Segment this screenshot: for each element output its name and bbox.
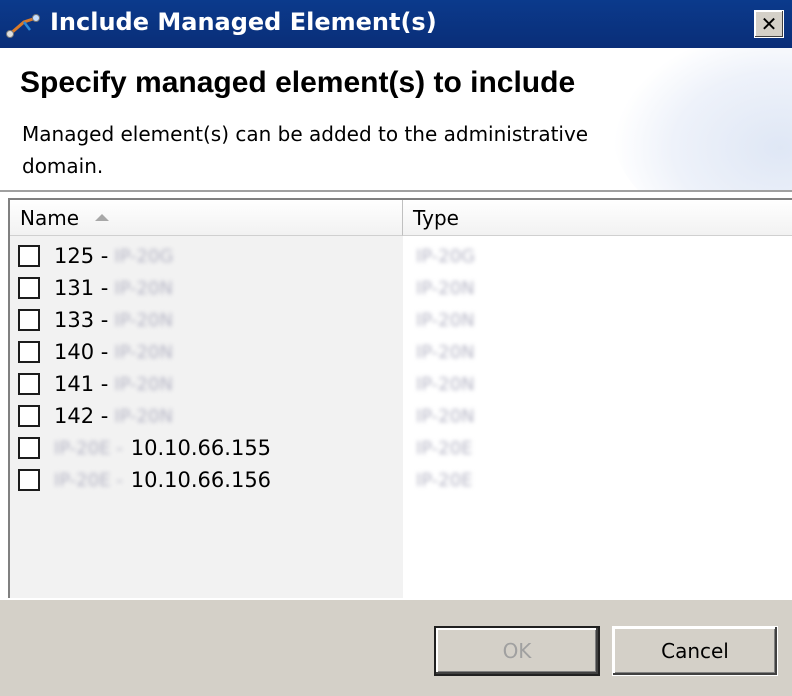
row-type: IP-20E xyxy=(416,466,473,494)
row-type-redacted: IP-20N xyxy=(416,373,475,395)
column-header-name-label: Name xyxy=(20,205,80,230)
row-name-redacted: IP-20N xyxy=(114,405,173,427)
column-header-type-label: Type xyxy=(413,205,459,230)
row-name-redacted: IP-20N xyxy=(114,373,173,395)
row-type-redacted: IP-20N xyxy=(416,405,475,427)
row-type-redacted: IP-20N xyxy=(416,341,475,363)
row-checkbox[interactable] xyxy=(18,437,40,459)
row-type-redacted: IP-20E xyxy=(416,469,473,491)
title-bar[interactable]: Include Managed Element(s) ✕ xyxy=(0,0,792,48)
row-type: IP-20N xyxy=(416,338,475,366)
row-name-redacted: IP-20N xyxy=(114,277,173,299)
row-name-prefix: 125 - xyxy=(54,244,109,268)
page-title: Specify managed element(s) to include xyxy=(20,66,576,99)
row-checkbox[interactable] xyxy=(18,309,40,331)
close-icon: ✕ xyxy=(760,12,778,36)
row-name: 131 - IP-20N xyxy=(54,274,179,302)
window-title: Include Managed Element(s) xyxy=(50,8,437,36)
row-type: IP-20N xyxy=(416,402,475,430)
list-row[interactable]: IP-20E - 10.10.66.156 IP-20E xyxy=(10,464,792,496)
list-row[interactable]: 141 - IP-20N IP-20N xyxy=(10,368,792,400)
row-type-redacted: IP-20E xyxy=(416,437,473,459)
row-name: IP-20E - 10.10.66.156 xyxy=(54,466,271,494)
row-name: 141 - IP-20N xyxy=(54,370,179,398)
row-name-redacted: IP-20E - xyxy=(54,437,123,459)
row-type-redacted: IP-20N xyxy=(416,309,475,331)
row-name: 133 - IP-20N xyxy=(54,306,179,334)
row-checkbox[interactable] xyxy=(18,469,40,491)
row-name-prefix: 142 - xyxy=(54,404,109,428)
row-name: 142 - IP-20N xyxy=(54,402,179,430)
row-checkbox[interactable] xyxy=(18,245,40,267)
row-type-redacted: IP-20N xyxy=(416,277,475,299)
list-row[interactable]: 142 - IP-20N IP-20N xyxy=(10,400,792,432)
row-name: 125 - IP-20G xyxy=(54,242,179,270)
list-row[interactable]: 133 - IP-20N IP-20N xyxy=(10,304,792,336)
row-type: IP-20N xyxy=(416,274,475,302)
row-type: IP-20N xyxy=(416,306,475,334)
row-type: IP-20N xyxy=(416,370,475,398)
list-row[interactable]: 125 - IP-20G IP-20G xyxy=(10,240,792,272)
row-checkbox[interactable] xyxy=(18,341,40,363)
row-checkbox[interactable] xyxy=(18,405,40,427)
column-header-name[interactable]: Name xyxy=(10,200,403,236)
sort-ascending-icon xyxy=(95,214,110,221)
row-name-prefix: 133 - xyxy=(54,308,109,332)
row-checkbox[interactable] xyxy=(18,373,40,395)
row-name: 140 - IP-20N xyxy=(54,338,179,366)
header-divider xyxy=(0,190,792,194)
column-header-type[interactable]: Type xyxy=(403,200,792,236)
list-row[interactable]: 131 - IP-20N IP-20N xyxy=(10,272,792,304)
page-description: Managed element(s) can be added to the a… xyxy=(22,122,589,178)
row-type-redacted: IP-20G xyxy=(416,245,476,267)
row-name-prefix: 131 - xyxy=(54,276,109,300)
row-name-suffix: 10.10.66.156 xyxy=(130,468,272,492)
list-row[interactable]: 140 - IP-20N IP-20N xyxy=(10,336,792,368)
ok-button[interactable]: OK xyxy=(434,626,600,676)
managed-elements-list[interactable]: Name Type 125 - IP-20G IP-20G 131 - IP-2… xyxy=(8,198,792,598)
row-name-prefix: 141 - xyxy=(54,372,109,396)
row-checkbox[interactable] xyxy=(18,277,40,299)
row-name-prefix: 140 - xyxy=(54,340,109,364)
row-name: IP-20E - 10.10.66.155 xyxy=(54,434,271,462)
row-name-redacted: IP-20N xyxy=(114,309,173,331)
include-managed-elements-dialog: Include Managed Element(s) ✕ Specify man… xyxy=(0,0,792,696)
row-name-redacted: IP-20N xyxy=(114,341,173,363)
managed-element-icon xyxy=(6,14,40,38)
row-name-redacted: IP-20G xyxy=(114,245,174,267)
cancel-button[interactable]: Cancel xyxy=(612,626,778,676)
close-button[interactable]: ✕ xyxy=(754,10,784,38)
row-name-redacted: IP-20E - xyxy=(54,469,123,491)
row-type: IP-20E xyxy=(416,434,473,462)
row-type: IP-20G xyxy=(416,242,475,270)
list-row[interactable]: IP-20E - 10.10.66.155 IP-20E xyxy=(10,432,792,464)
row-name-suffix: 10.10.66.155 xyxy=(130,436,272,460)
wizard-header: Specify managed element(s) to include Ma… xyxy=(0,48,792,190)
dialog-footer: OK Cancel xyxy=(0,598,792,696)
